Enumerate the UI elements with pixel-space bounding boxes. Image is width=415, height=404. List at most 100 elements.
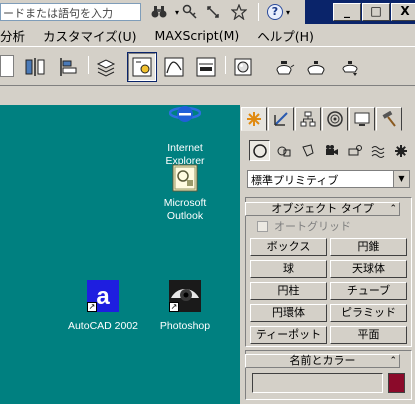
checkbox-box	[257, 220, 268, 232]
pyramid-button[interactable]: ピラミッド	[330, 304, 407, 322]
space-warps-icon	[371, 145, 384, 158]
category-cameras[interactable]	[321, 140, 342, 161]
autocad-icon: a ↗	[87, 280, 119, 312]
icon-label-line-1: Internet	[167, 142, 203, 154]
geometry-sphere-icon	[252, 143, 267, 158]
dropdown-value: 標準プリミティブ	[251, 174, 339, 187]
menu-help[interactable]: ヘルプ(H)	[248, 26, 323, 45]
motion-icon	[327, 111, 343, 127]
category-space-warps[interactable]	[367, 140, 388, 161]
desktop-icon-microsoft-outlook[interactable]: Microsoft Outlook	[145, 163, 225, 223]
cylinder-button[interactable]: 円柱	[250, 282, 327, 300]
cone-button[interactable]: 円錐	[330, 238, 407, 256]
torus-button[interactable]: 円環体	[250, 304, 327, 322]
icon-label-line-1: Microsoft	[163, 197, 207, 209]
icon-label: AutoCAD 2002	[67, 320, 139, 332]
autogrid-checkbox[interactable]: オートグリッド	[257, 218, 351, 234]
track-view-icon[interactable]	[192, 53, 220, 81]
toolbar-separator	[88, 56, 89, 74]
selection-set-combo[interactable]	[0, 55, 14, 77]
rollout-title: 名前とカラー	[289, 354, 356, 367]
shortcut-arrow-icon: ↗	[87, 302, 97, 312]
title-bar: ードまたは語句を入力 ▾ ? ▾ _ □ X	[0, 0, 415, 24]
plane-button[interactable]: 平面	[330, 326, 407, 344]
minimize-button[interactable]: _	[333, 3, 361, 21]
tab-utilities[interactable]	[376, 107, 402, 131]
photoshop-icon: ↗	[169, 280, 201, 312]
menu-analysis[interactable]: 分析	[0, 26, 34, 45]
tab-modify[interactable]	[268, 107, 294, 131]
category-helpers[interactable]	[344, 140, 365, 161]
internet-explorer-icon	[168, 105, 202, 137]
layer-manager-icon[interactable]	[92, 53, 120, 81]
sphere-button[interactable]: 球	[250, 260, 327, 278]
schematic-view-icon[interactable]	[127, 52, 157, 82]
desktop-area: Internet Explorer Microsoft Outlook a ↗ …	[0, 105, 240, 404]
desktop-icon-photoshop[interactable]: ↗ Photoshop	[145, 280, 225, 333]
icon-label: Photoshop	[159, 320, 211, 332]
tube-button[interactable]: チューブ	[330, 282, 407, 300]
shapes-icon	[277, 146, 290, 156]
icon-label-line-2: Outlook	[166, 210, 204, 222]
helpers-icon	[348, 144, 362, 155]
window-controls: _ □ X	[305, 0, 415, 24]
menu-bar: 分析 カスタマイズ(U) MAXScript(M) ヘルプ(H)	[0, 24, 415, 46]
curve-editor-icon[interactable]	[160, 53, 188, 81]
help-dropdown-arrow: ▾	[286, 7, 291, 17]
geosphere-button[interactable]: 天球体	[330, 260, 407, 278]
maximize-button[interactable]: □	[362, 3, 390, 21]
quick-render-icon[interactable]	[302, 53, 330, 81]
modify-icon	[274, 112, 288, 126]
hammer-icon	[382, 111, 396, 127]
favorites-star-icon[interactable]	[230, 3, 248, 21]
category-lights[interactable]	[297, 140, 318, 161]
collapse-icon: ⌃	[389, 204, 397, 214]
mirror-icon[interactable]	[21, 53, 49, 81]
rollout-header-name-color[interactable]: 名前とカラー ⌃	[245, 354, 400, 368]
tab-hierarchy[interactable]	[295, 107, 321, 131]
desktop-icon-internet-explorer[interactable]: Internet Explorer	[145, 105, 225, 168]
render-scene-icon[interactable]	[270, 53, 298, 81]
camera-icon	[325, 144, 338, 155]
collapse-icon: ⌃	[389, 356, 397, 366]
binoculars-icon[interactable]	[150, 3, 168, 21]
search-input[interactable]: ードまたは語句を入力	[0, 3, 141, 21]
autogrid-label: オートグリッド	[274, 220, 351, 233]
close-button[interactable]: X	[391, 3, 415, 21]
communication-center-icon[interactable]	[204, 3, 222, 21]
rollout-title: オブジェクト タイプ	[271, 202, 374, 215]
category-shapes[interactable]	[273, 140, 294, 161]
help-button[interactable]: ? ▾	[267, 3, 301, 21]
teapot-button[interactable]: ティーポット	[250, 326, 327, 344]
box-button[interactable]: ボックス	[250, 238, 327, 256]
category-geometry[interactable]	[249, 140, 270, 161]
object-name-field[interactable]	[252, 373, 383, 393]
material-editor-icon[interactable]	[229, 53, 257, 81]
chevron-down-icon: ▼	[393, 171, 409, 187]
align-icon[interactable]	[55, 53, 83, 81]
shortcut-arrow-icon: ↗	[169, 302, 179, 312]
svg-text:a: a	[96, 283, 110, 310]
toolbar-separator	[225, 56, 226, 74]
tab-motion[interactable]	[322, 107, 348, 131]
tab-create[interactable]	[241, 107, 267, 131]
tab-display[interactable]	[349, 107, 375, 131]
desktop-icon-autocad-2002[interactable]: a ↗ AutoCAD 2002	[63, 280, 143, 333]
menu-maxscript[interactable]: MAXScript(M)	[146, 28, 249, 43]
toolbar-separator	[258, 3, 259, 21]
category-systems[interactable]	[390, 140, 411, 161]
command-panel: 標準プリミティブ ▼ オブジェクト タイプ ⌃ オートグリッド ボックス 円錐 …	[240, 105, 415, 404]
main-toolbar	[0, 46, 415, 86]
help-icon: ?	[267, 4, 283, 20]
viewport-header	[0, 87, 240, 105]
menu-customize[interactable]: カスタマイズ(U)	[34, 26, 146, 45]
systems-gear-icon	[394, 144, 407, 157]
create-icon	[247, 112, 261, 126]
key-icon[interactable]	[181, 3, 199, 21]
display-icon	[354, 112, 370, 126]
rollout-header-object-type[interactable]: オブジェクト タイプ ⌃	[245, 202, 400, 216]
active-shade-icon[interactable]	[336, 53, 364, 81]
hierarchy-icon	[300, 111, 316, 127]
primitive-type-dropdown[interactable]: 標準プリミティブ ▼	[247, 170, 410, 188]
object-color-swatch[interactable]	[388, 373, 405, 393]
